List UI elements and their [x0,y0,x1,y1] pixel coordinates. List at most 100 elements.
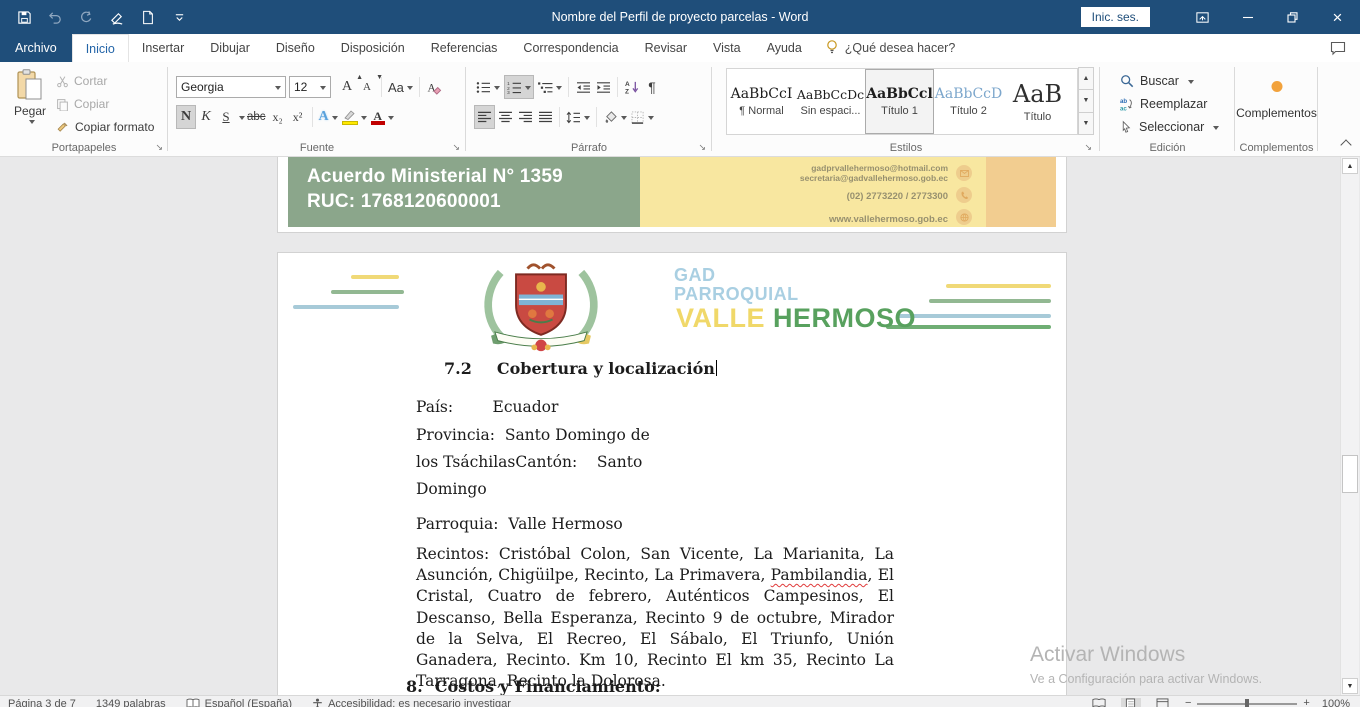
zoom-out-icon[interactable]: − [1185,697,1191,707]
clear-formatting-button[interactable]: A [424,75,444,99]
field-pais[interactable]: País: Ecuador [416,398,558,416]
font-family-combo[interactable]: Georgia [176,76,286,98]
italic-button[interactable]: K [196,105,216,129]
field-provincia[interactable]: Provincia: Santo Domingo de [416,426,650,444]
underline-button[interactable]: S [216,105,236,129]
field-parroquia[interactable]: Parroquia: Valle Hermoso [416,515,623,533]
align-center-button[interactable] [495,105,515,129]
tell-me-box[interactable]: ¿Qué desea hacer? [815,34,966,62]
undo-icon[interactable] [47,9,63,25]
redo-icon[interactable] [78,9,94,25]
grow-font-button[interactable]: A▲ [337,75,357,99]
scrollbar-thumb[interactable] [1342,455,1358,493]
restore-button[interactable] [1270,0,1315,34]
font-dialog-launcher[interactable]: ↘ [452,143,460,152]
numbering-button[interactable]: 123 [504,75,534,99]
accessibility-indicator[interactable]: Accesibilidad: es necesario investigar [312,698,511,707]
zoom-percentage[interactable]: 100% [1322,698,1350,707]
print-layout-button[interactable] [1121,698,1141,707]
word-count[interactable]: 1349 palabras [96,698,166,707]
styles-more-button[interactable]: ▼ [1078,112,1094,135]
tab-referencias[interactable]: Referencias [418,34,511,62]
draw-eraser-icon[interactable] [109,9,125,25]
replace-button[interactable]: abac Reemplazar [1120,95,1219,113]
multilevel-list-button[interactable] [536,75,564,99]
field-canton[interactable]: los TsáchilasCantón: Santo [416,453,642,471]
highlight-button[interactable] [340,105,369,129]
bold-button[interactable]: N [176,105,196,129]
field-canton-cont[interactable]: Domingo [416,480,487,498]
tab-archivo[interactable]: Archivo [0,34,72,62]
addins-button[interactable]: Complementos [1235,106,1318,120]
select-button[interactable]: Seleccionar [1120,118,1219,136]
style-normal[interactable]: AaBbCcI ¶ Normal [727,69,796,134]
strikethrough-button[interactable]: abc [245,105,268,129]
find-button[interactable]: Buscar [1120,72,1219,90]
recintos-paragraph[interactable]: Recintos: Cristóbal Colon, San Vicente, … [416,544,894,692]
borders-button[interactable] [629,105,656,129]
shading-button[interactable] [601,105,629,129]
tab-insertar[interactable]: Insertar [129,34,197,62]
shrink-font-button[interactable]: A▼ [357,75,377,99]
tab-vista[interactable]: Vista [700,34,754,62]
tab-disposicion[interactable]: Disposición [328,34,418,62]
zoom-handle[interactable] [1245,699,1249,707]
close-button[interactable]: × [1315,0,1360,34]
cut-button[interactable]: Cortar [56,72,154,90]
web-layout-button[interactable] [1153,698,1173,707]
line-spacing-button[interactable] [564,105,592,129]
copy-button[interactable]: Copiar [56,95,154,113]
tab-diseno[interactable]: Diseño [263,34,328,62]
style-no-spacing[interactable]: AaBbCcDc Sin espaci... [796,69,865,134]
style-heading2[interactable]: AaBbCcD Título 2 [934,69,1003,134]
format-painter-button[interactable]: Copiar formato [56,118,154,136]
styles-dialog-launcher[interactable]: ↘ [1084,143,1092,152]
zoom-slider[interactable]: − + [1185,698,1310,707]
clipboard-dialog-launcher[interactable]: ↘ [155,143,163,152]
sort-button[interactable]: AZ [622,75,642,99]
customize-quick-access-icon[interactable] [171,9,187,25]
collapse-ribbon-icon[interactable] [1340,139,1351,150]
decrease-indent-button[interactable] [573,75,593,99]
show-marks-button[interactable]: ¶ [642,75,662,99]
font-color-button[interactable]: A [369,105,396,129]
sign-in-button[interactable]: Inic. ses. [1081,7,1150,27]
feedback-comment-icon[interactable] [1330,34,1360,62]
align-right-button[interactable] [515,105,535,129]
styles-scroll-up[interactable]: ▲ [1078,67,1094,90]
styles-scroll-down[interactable]: ▼ [1078,89,1094,112]
superscript-button[interactable]: x² [288,105,308,129]
bullets-button[interactable] [474,75,502,99]
justify-button[interactable] [535,105,555,129]
page-indicator[interactable]: Página 3 de 7 [8,698,76,707]
change-case-button[interactable]: Aa [386,75,415,99]
tab-inicio[interactable]: Inicio [72,34,129,62]
save-icon[interactable] [16,9,32,25]
underline-caret[interactable] [239,116,245,123]
vertical-scrollbar[interactable]: ▲ ▼ [1340,157,1359,695]
tab-ayuda[interactable]: Ayuda [754,34,815,62]
addin-dot-icon[interactable] [1271,81,1282,92]
language-indicator[interactable]: Español (España) [186,698,292,707]
new-document-icon[interactable] [140,9,156,25]
zoom-in-icon[interactable]: + [1303,697,1309,707]
read-mode-button[interactable] [1089,698,1109,707]
tab-correspondencia[interactable]: Correspondencia [510,34,631,62]
scroll-down-button[interactable]: ▼ [1342,678,1358,694]
paste-button[interactable]: Pegar [8,69,52,143]
section-heading[interactable]: 7.2Cobertura y localización [444,359,717,378]
style-title[interactable]: AaB Título [1003,69,1072,134]
paragraph-dialog-launcher[interactable]: ↘ [698,143,706,152]
subscript-button[interactable]: x₂ [268,105,288,129]
tab-dibujar[interactable]: Dibujar [197,34,263,62]
ribbon-display-options-icon[interactable] [1180,0,1225,34]
increase-indent-button[interactable] [593,75,613,99]
tab-revisar[interactable]: Revisar [632,34,700,62]
style-heading1[interactable]: AaBbCcl Título 1 [865,69,934,134]
align-left-button[interactable] [474,105,495,129]
minimize-button[interactable] [1225,0,1270,34]
text-effects-button[interactable]: A [317,105,340,129]
zoom-track[interactable] [1197,703,1297,705]
section-8-heading[interactable]: 8.Costos y Financiamiento: [406,677,661,695]
font-size-combo[interactable]: 12 [289,76,331,98]
